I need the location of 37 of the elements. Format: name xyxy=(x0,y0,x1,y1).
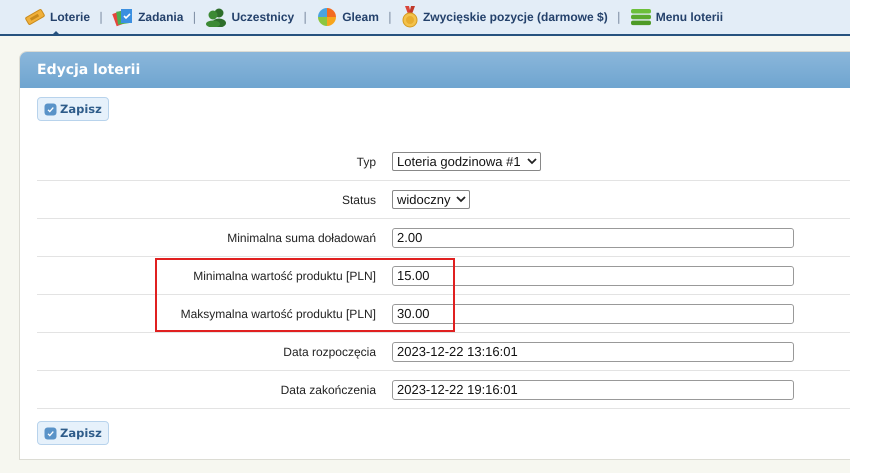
field-label: Data zakończenia xyxy=(280,382,377,396)
check-icon xyxy=(44,426,57,440)
input-field[interactable]: 2023-12-22 13:16:01 xyxy=(392,342,794,362)
nav-separator: | xyxy=(99,10,104,24)
field-label: Minimalna wartość produktu [PLN] xyxy=(192,268,377,282)
chevron-down-icon xyxy=(526,158,537,165)
nav-tab[interactable]: Gleam xyxy=(316,2,379,32)
input-field[interactable]: 30.00 xyxy=(392,304,794,324)
save-button[interactable]: Zapisz xyxy=(37,97,109,121)
nav-tab[interactable]: Zadania xyxy=(112,2,184,32)
check-icon xyxy=(44,102,57,116)
nav-tab[interactable]: Zwycięskie pozycje (darmowe $) xyxy=(400,2,608,32)
cards-icon xyxy=(112,7,134,27)
nav-separator: | xyxy=(303,10,308,24)
dropdown[interactable]: Loteria godzinowa #1 xyxy=(392,152,541,171)
nav-tab[interactable]: Menu loterii xyxy=(630,2,724,32)
nav-separator: | xyxy=(192,10,196,24)
dropdown[interactable]: widoczny xyxy=(392,190,470,209)
field-label: Status xyxy=(340,192,377,206)
field-label: Typ xyxy=(356,154,377,168)
people-icon xyxy=(205,7,228,27)
nav-tab[interactable]: Loterie xyxy=(24,2,90,32)
pie-chart-icon xyxy=(316,7,338,27)
nav-separator: | xyxy=(616,10,621,24)
input-field[interactable]: 15.00 xyxy=(392,266,794,286)
medal-icon xyxy=(400,6,419,28)
input-field[interactable]: 2023-12-22 19:16:01 xyxy=(392,380,794,400)
input-field[interactable]: 2.00 xyxy=(392,228,794,248)
field-label: Maksymalna wartość produktu [PLN] xyxy=(180,306,377,320)
save-button[interactable]: Zapisz xyxy=(37,421,109,445)
nav-separator: | xyxy=(388,10,392,24)
stack-icon xyxy=(630,8,652,26)
panel-title: Edycja loterii xyxy=(20,52,850,88)
nav-tab[interactable]: Uczestnicy xyxy=(205,2,294,32)
field-label: Data rozpoczęcia xyxy=(282,344,377,358)
field-label: Minimalna suma doładowań xyxy=(226,230,377,244)
chevron-down-icon xyxy=(456,196,466,203)
